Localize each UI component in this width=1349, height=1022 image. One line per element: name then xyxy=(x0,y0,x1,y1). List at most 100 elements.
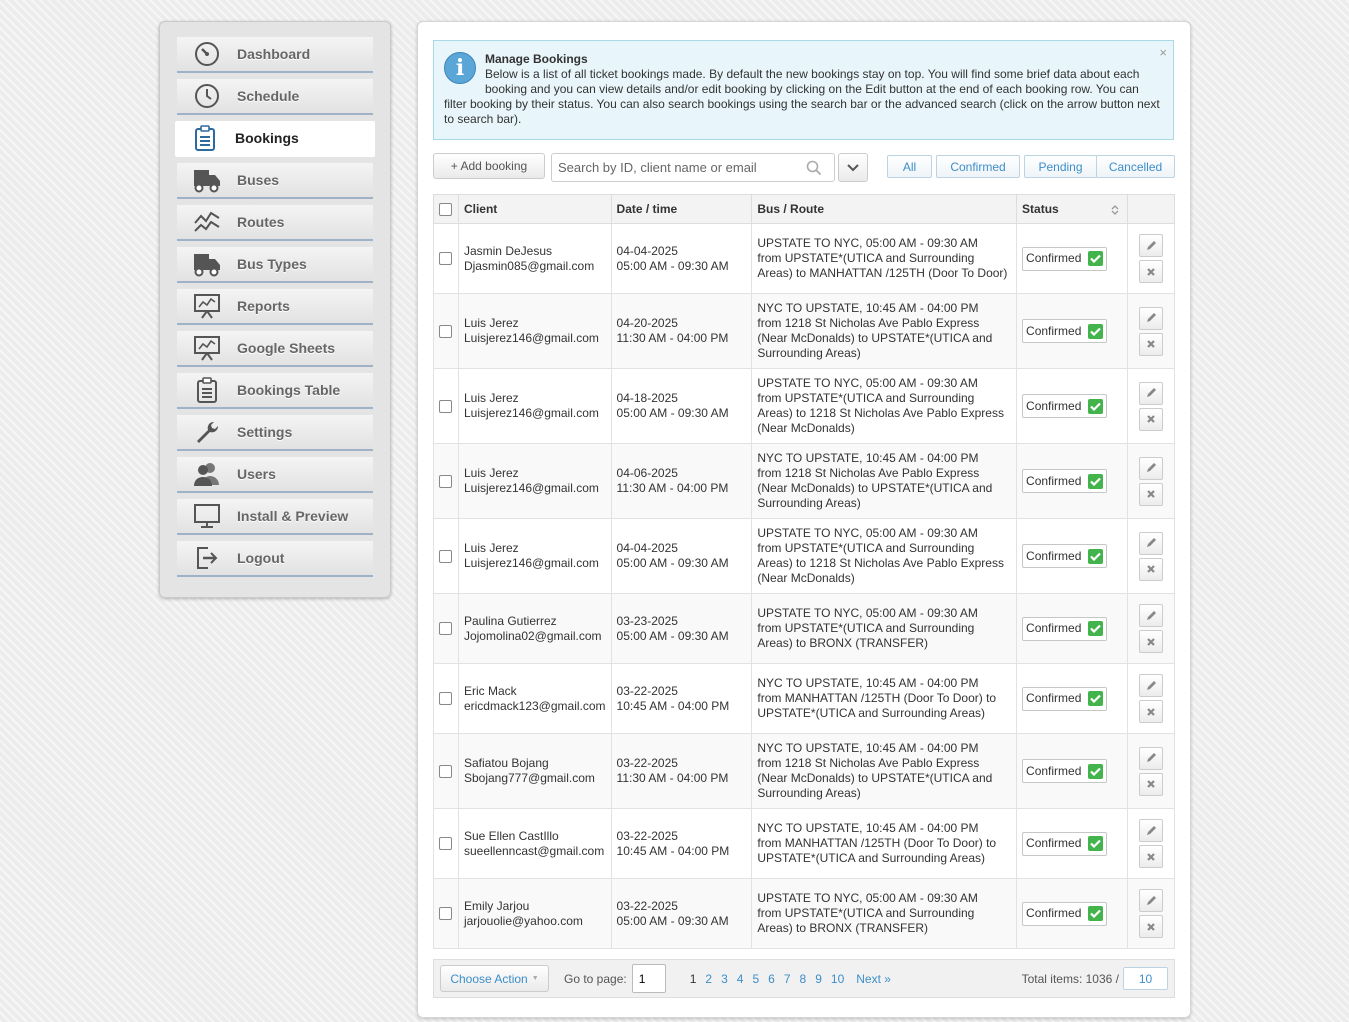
column-datetime[interactable]: Date / time xyxy=(610,194,753,224)
status-label: Confirmed xyxy=(1026,691,1082,705)
page-link-5[interactable]: 5 xyxy=(749,972,762,986)
booking-date: 04-04-2025 xyxy=(616,541,678,555)
per-page-select[interactable]: 10 xyxy=(1123,967,1168,990)
row-checkbox[interactable] xyxy=(439,764,453,778)
row-checkbox[interactable] xyxy=(439,907,453,921)
page-link-1[interactable]: 1 xyxy=(687,972,700,986)
sidebar-item-bookings[interactable]: Bookings xyxy=(175,121,375,157)
sidebar-item-bookings-table[interactable]: Bookings Table xyxy=(177,373,373,409)
status-cell: Confirmed xyxy=(1016,733,1129,809)
edit-button[interactable] xyxy=(1139,674,1163,697)
status-select[interactable]: Confirmed xyxy=(1022,469,1108,493)
delete-button[interactable] xyxy=(1139,630,1163,653)
row-checkbox[interactable] xyxy=(439,324,453,338)
add-booking-button[interactable]: + Add booking xyxy=(433,153,545,179)
close-icon[interactable]: × xyxy=(1159,45,1167,60)
status-select[interactable]: Confirmed xyxy=(1022,686,1108,711)
client-name: Luis Jerez xyxy=(463,391,519,405)
advanced-search-toggle[interactable] xyxy=(838,153,868,182)
page-link-6[interactable]: 6 xyxy=(765,972,778,986)
sidebar-item-logout[interactable]: Logout xyxy=(177,541,373,577)
client-name: Emily Jarjou xyxy=(463,898,530,913)
row-checkbox[interactable] xyxy=(439,549,453,563)
status-select[interactable]: Confirmed xyxy=(1022,831,1108,856)
edit-button[interactable] xyxy=(1139,889,1163,912)
page-link-7[interactable]: 7 xyxy=(781,972,794,986)
delete-button[interactable] xyxy=(1139,482,1163,506)
row-select-cell xyxy=(433,593,459,664)
delete-button[interactable] xyxy=(1139,260,1163,283)
check-icon xyxy=(1088,906,1104,921)
search-input[interactable] xyxy=(558,160,798,175)
delete-button[interactable] xyxy=(1139,915,1163,938)
row-checkbox[interactable] xyxy=(439,837,453,851)
filter-all[interactable]: All xyxy=(887,155,932,178)
sidebar-item-reports[interactable]: Reports xyxy=(177,289,373,325)
sidebar-item-settings[interactable]: Settings xyxy=(177,415,373,451)
row-checkbox[interactable] xyxy=(439,399,453,413)
route-cell: NYC TO UPSTATE, 10:45 AM - 04:00 PM from … xyxy=(751,808,1018,879)
filter-pending[interactable]: Pending xyxy=(1024,155,1097,178)
sidebar-item-routes[interactable]: Routes xyxy=(177,205,373,241)
row-checkbox[interactable] xyxy=(439,252,453,266)
edit-button[interactable] xyxy=(1139,531,1163,555)
sort-icon[interactable] xyxy=(1111,204,1119,216)
edit-button[interactable] xyxy=(1139,234,1163,257)
monitor-icon xyxy=(177,503,237,529)
delete-button[interactable] xyxy=(1139,557,1163,581)
edit-button[interactable] xyxy=(1139,381,1163,405)
delete-button[interactable] xyxy=(1139,700,1163,723)
page-link-9[interactable]: 9 xyxy=(812,972,825,986)
sidebar-item-dashboard[interactable]: Dashboard xyxy=(177,37,373,73)
page-link-8[interactable]: 8 xyxy=(797,972,810,986)
select-all-checkbox[interactable] xyxy=(439,203,453,217)
row-checkbox[interactable] xyxy=(439,474,453,488)
sidebar-item-google-sheets[interactable]: Google Sheets xyxy=(177,331,373,367)
status-select[interactable]: Confirmed xyxy=(1022,394,1108,418)
sidebar-item-buses[interactable]: Buses xyxy=(177,163,373,199)
row-select-cell xyxy=(433,733,459,809)
delete-button[interactable] xyxy=(1139,407,1163,431)
row-checkbox[interactable] xyxy=(439,692,453,706)
edit-button[interactable] xyxy=(1139,746,1163,770)
delete-button[interactable] xyxy=(1139,772,1163,796)
page-link-2[interactable]: 2 xyxy=(702,972,715,986)
column-route[interactable]: Bus / Route xyxy=(751,194,1018,224)
status-select[interactable]: Confirmed xyxy=(1022,544,1108,568)
filter-cancelled[interactable]: Cancelled xyxy=(1096,155,1175,178)
choose-action-dropdown[interactable]: Choose Action ▼ xyxy=(440,965,549,992)
edit-button[interactable] xyxy=(1139,819,1163,842)
delete-button[interactable] xyxy=(1139,845,1163,868)
status-select[interactable]: Confirmed xyxy=(1022,319,1108,343)
status-select[interactable]: Confirmed xyxy=(1022,901,1108,926)
status-select[interactable]: Confirmed xyxy=(1022,759,1108,783)
sidebar-item-label: Settings xyxy=(237,424,293,440)
edit-button[interactable] xyxy=(1139,306,1163,330)
page-link-3[interactable]: 3 xyxy=(718,972,731,986)
goto-page-input[interactable] xyxy=(631,964,666,993)
booking-time: 11:30 AM - 04:00 PM xyxy=(616,771,729,785)
row-checkbox[interactable] xyxy=(439,622,453,636)
search-box xyxy=(551,153,835,182)
route-title: UPSTATE TO NYC, 05:00 AM - 09:30 AM xyxy=(757,376,978,390)
search-icon[interactable] xyxy=(806,160,822,176)
edit-button[interactable] xyxy=(1139,456,1163,480)
actions-cell xyxy=(1127,223,1175,294)
sidebar-item-schedule[interactable]: Schedule xyxy=(177,79,373,115)
status-select[interactable]: Confirmed xyxy=(1022,616,1108,641)
column-client[interactable]: Client xyxy=(457,194,612,224)
filter-confirmed[interactable]: Confirmed xyxy=(936,155,1020,178)
sidebar-item-bus-types[interactable]: Bus Types xyxy=(177,247,373,283)
delete-button[interactable] xyxy=(1139,332,1163,356)
column-status[interactable]: Status xyxy=(1016,194,1129,224)
edit-button[interactable] xyxy=(1139,604,1163,627)
datetime-cell: 03-22-2025 05:00 AM - 09:30 AM xyxy=(610,878,753,949)
page-link-4[interactable]: 4 xyxy=(734,972,747,986)
next-page-link[interactable]: Next » xyxy=(853,972,894,986)
status-select[interactable]: Confirmed xyxy=(1022,246,1108,271)
route-title: UPSTATE TO NYC, 05:00 AM - 09:30 AM xyxy=(757,526,978,540)
sidebar-item-install-preview[interactable]: Install & Preview xyxy=(177,499,373,535)
page-link-10[interactable]: 10 xyxy=(828,972,847,986)
sidebar-item-users[interactable]: Users xyxy=(177,457,373,493)
datetime-cell: 03-22-2025 10:45 AM - 04:00 PM xyxy=(610,663,753,734)
